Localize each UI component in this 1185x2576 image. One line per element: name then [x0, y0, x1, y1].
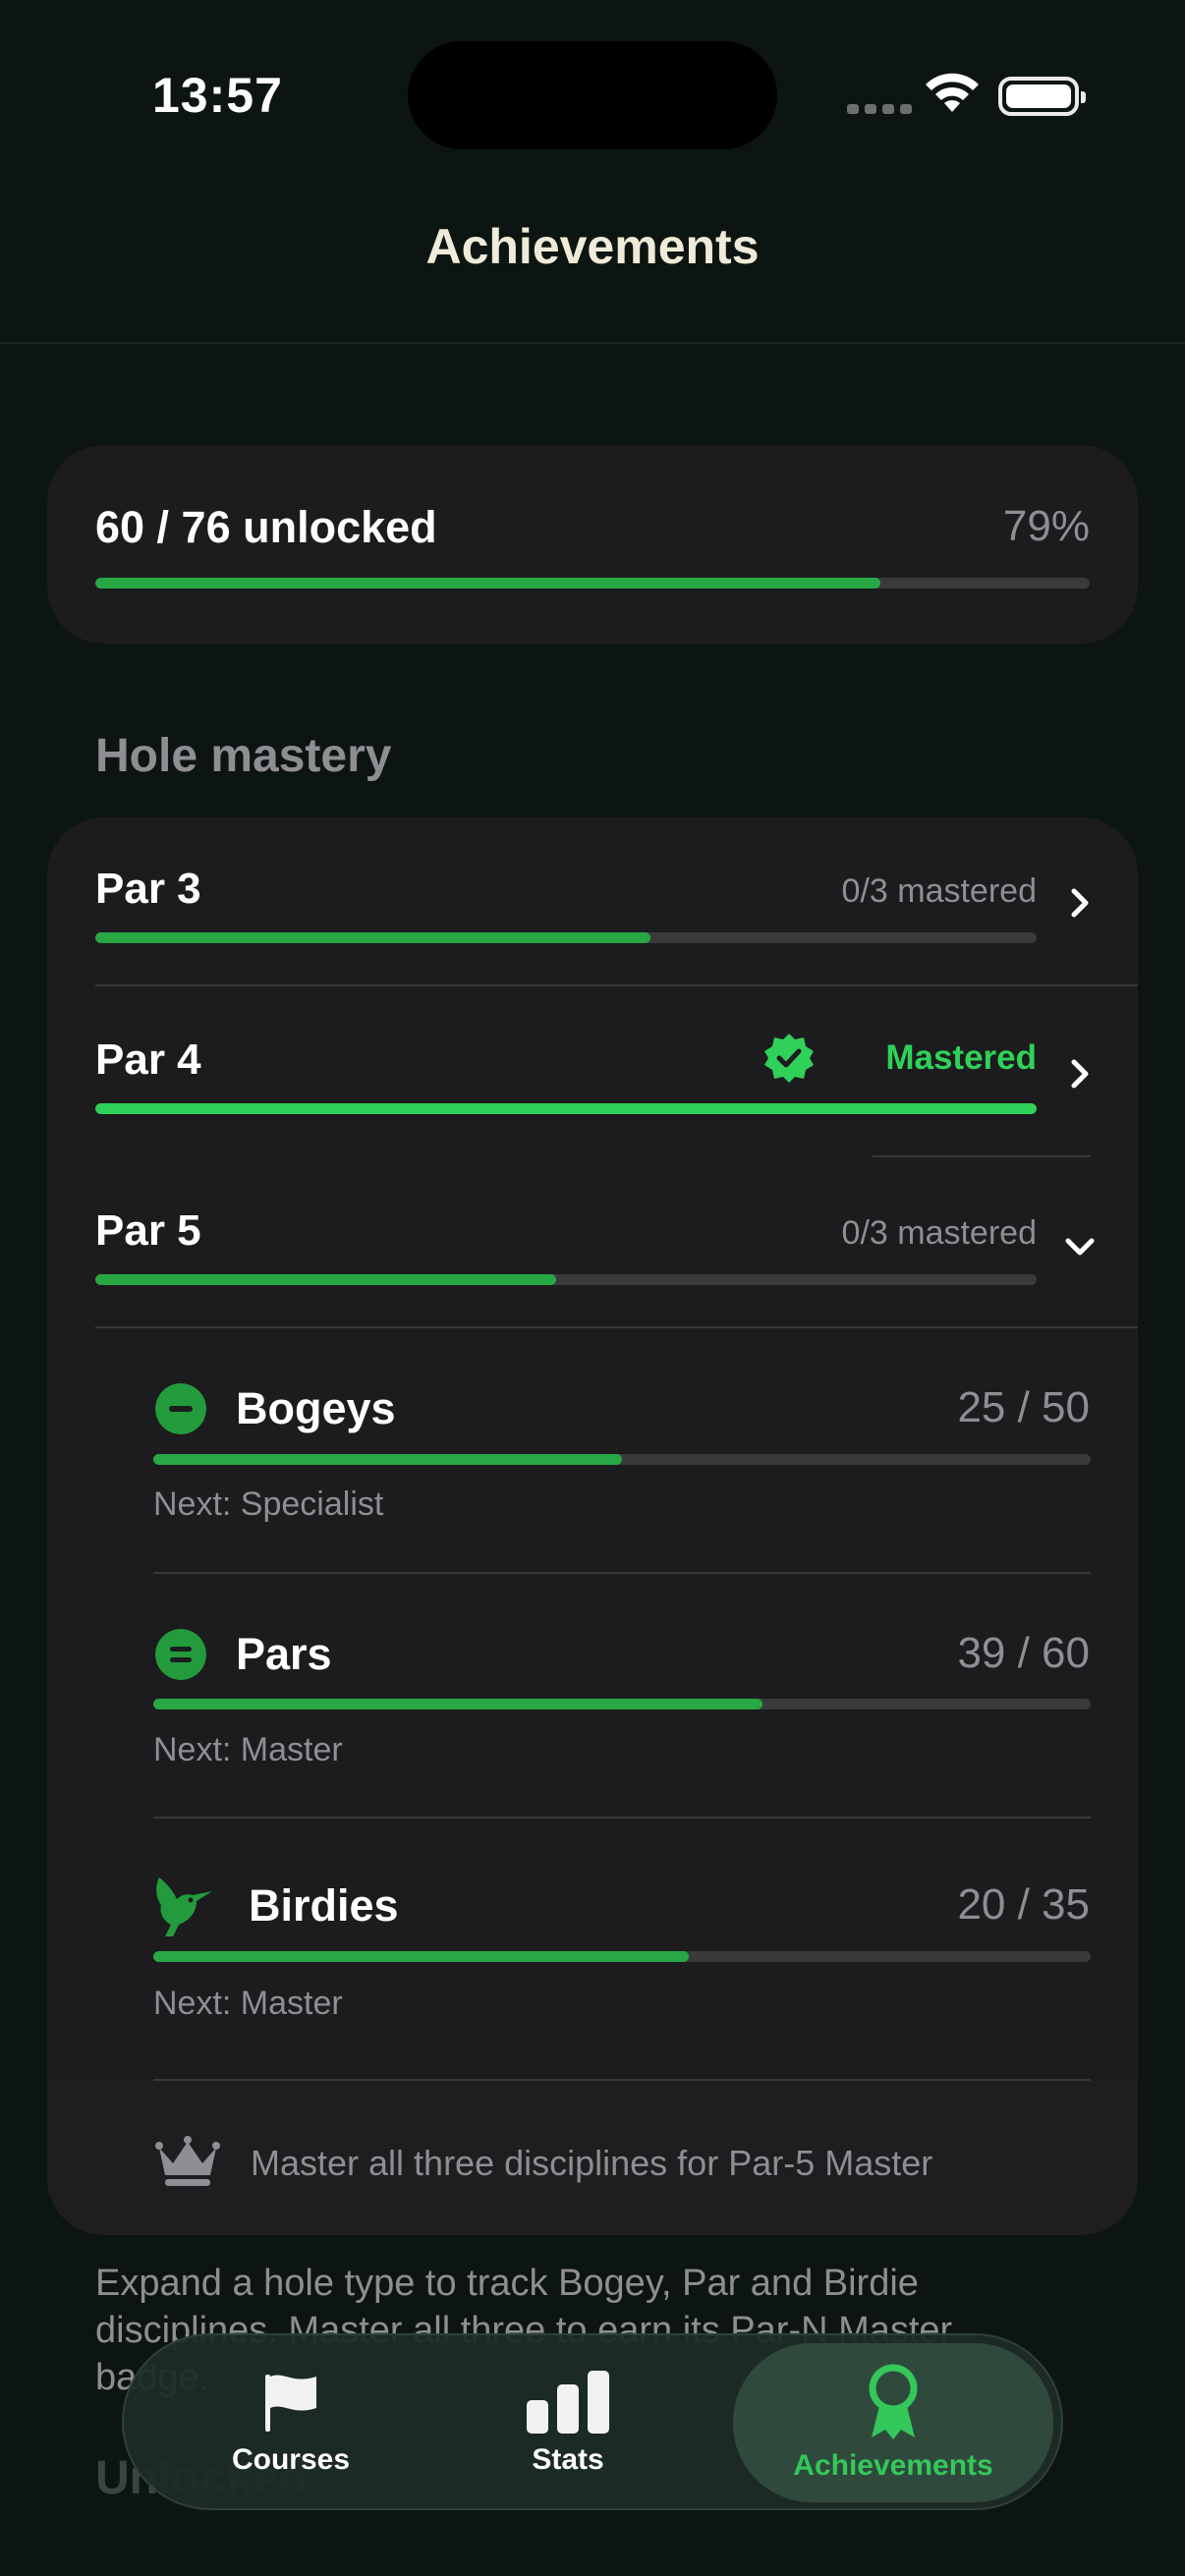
discipline-label: Bogeys: [236, 1383, 396, 1433]
flag-icon: [265, 2375, 316, 2432]
hole-progress-bar: [95, 932, 1037, 943]
chevron-right-icon: [1071, 1059, 1089, 1089]
unlock-summary-card: 60 / 76 unlocked 79%: [47, 445, 1138, 644]
discipline-label: Birdies: [249, 1880, 399, 1931]
discipline-next-tier: Next: Specialist: [153, 1485, 384, 1523]
battery-icon: [998, 77, 1086, 116]
tab-achievements[interactable]: Achievements: [733, 2343, 1053, 2502]
ribbon-award-icon: [869, 2364, 918, 2439]
tab-courses[interactable]: Courses: [163, 2335, 419, 2512]
mastery-hint-text: Master all three disciplines for Par-5 M…: [251, 2143, 933, 2183]
section-title-hole-mastery: Hole mastery: [95, 730, 392, 782]
hole-status-mastered: Mastered: [885, 1038, 1037, 1077]
discipline-count: 20 / 35: [957, 1880, 1090, 1929]
discipline-count: 25 / 50: [957, 1383, 1090, 1431]
divider: [95, 1326, 1138, 1328]
discipline-next-tier: Next: Master: [153, 1985, 343, 2022]
divider: [873, 1155, 1091, 1157]
unlock-progress-bar: [95, 578, 1090, 588]
hole-label: Par 4: [95, 1036, 201, 1084]
discipline-count: 39 / 60: [957, 1629, 1090, 1677]
unlocked-percent: 79%: [1002, 502, 1090, 550]
unlocked-count: 60 / 76 unlocked: [95, 502, 437, 552]
nav-divider: [0, 342, 1185, 344]
status-time: 13:57: [152, 68, 283, 123]
chevron-down-icon: [1065, 1238, 1095, 1256]
divider: [95, 984, 1138, 986]
tab-stats[interactable]: Stats: [470, 2335, 666, 2512]
minus-circle-icon: [155, 1383, 206, 1434]
tab-label: Stats: [532, 2443, 604, 2476]
hole-progress-bar: [95, 1274, 1037, 1285]
tab-label: Achievements: [793, 2449, 993, 2482]
discipline-next-tier: Next: Master: [153, 1731, 343, 1768]
verified-badge-icon: [764, 1034, 814, 1083]
wifi-icon: [926, 73, 979, 112]
dynamic-island: [408, 41, 777, 149]
page-title: Achievements: [425, 219, 760, 274]
divider: [153, 2079, 1091, 2081]
divider: [153, 1572, 1091, 1574]
crown-icon: [155, 2136, 220, 2186]
hole-mastery-card: Par 3 0/3 mastered Par 4 Mastered Par 5: [47, 817, 1138, 2235]
hole-label: Par 5: [95, 1206, 201, 1255]
hole-status: 0/3 mastered: [841, 1214, 1037, 1252]
tab-bar: Courses Stats Achievements: [122, 2333, 1063, 2510]
bird-icon: [156, 1877, 212, 1936]
achievements-screen: 13:57 Achievements 60 / 76 unlocked 79% …: [0, 0, 1185, 2576]
divider: [153, 1817, 1091, 1819]
discipline-progress-bar: [153, 1951, 1091, 1962]
tab-label: Courses: [231, 2443, 351, 2476]
hole-progress-bar: [95, 1103, 1037, 1114]
cellular-signal-icon: [847, 104, 912, 114]
discipline-progress-bar: [153, 1699, 1091, 1709]
hole-label: Par 3: [95, 865, 201, 913]
discipline-label: Pars: [236, 1629, 332, 1679]
chevron-right-icon: [1071, 888, 1089, 918]
hole-status: 0/3 mastered: [841, 872, 1037, 910]
bar-chart-icon: [527, 2371, 609, 2434]
equals-circle-icon: [155, 1629, 206, 1680]
discipline-progress-bar: [153, 1454, 1091, 1465]
